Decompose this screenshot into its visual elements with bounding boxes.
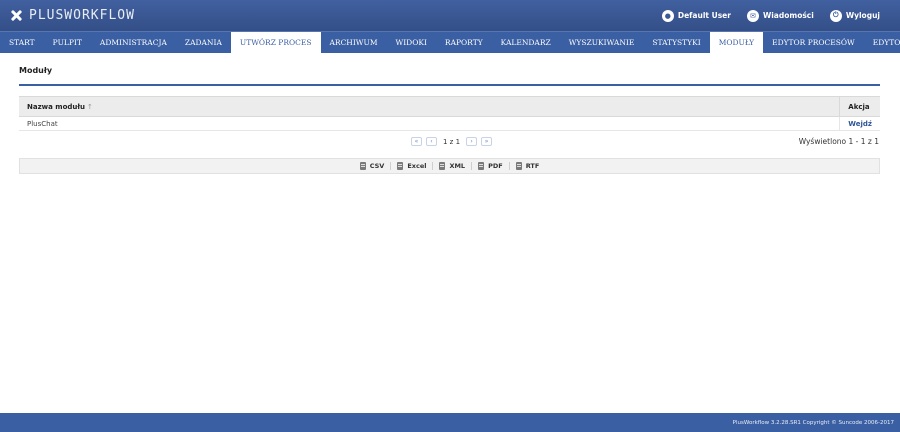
- nav-zadania[interactable]: ZADANIA: [176, 32, 231, 53]
- power-icon: ⏻: [829, 9, 842, 22]
- nav-statystyki[interactable]: STATYSTYKI: [643, 32, 709, 53]
- export-rtf-button[interactable]: RTF: [508, 162, 546, 170]
- last-page-button[interactable]: »: [481, 137, 493, 146]
- modules-table: Nazwa modułu ↑ Akcja PlusChat Wejdź: [19, 96, 880, 131]
- app-logo[interactable]: PLUSWORKFLOW: [10, 8, 135, 23]
- module-action-cell: Wejdź: [839, 116, 880, 131]
- nav-edytor-procesow[interactable]: EDYTOR PROCESÓW: [763, 32, 864, 53]
- top-actions: ● Default User ✉ Wiadomości ⏻ Wyloguj: [646, 9, 880, 22]
- footer-copyright: PlusWorkflow 3.2.28.SR1 Copyright © Sunc…: [732, 419, 894, 426]
- column-header-name[interactable]: Nazwa modułu ↑: [19, 96, 840, 117]
- nav-pulpit[interactable]: PULPIT: [44, 32, 91, 53]
- export-excel-label: Excel: [407, 162, 427, 170]
- top-bar: PLUSWORKFLOW ● Default User ✉ Wiadomości…: [0, 0, 900, 31]
- nav-utworz-proces[interactable]: UTWÓRZ PROCES: [230, 32, 321, 53]
- export-rtf-label: RTF: [525, 162, 540, 170]
- page-info: 1 z 1: [443, 137, 461, 146]
- column-name-label: Nazwa modułu: [27, 102, 85, 111]
- logo-icon: [10, 9, 23, 22]
- nav-kalendarz[interactable]: KALENDARZ: [492, 32, 560, 53]
- prev-page-button[interactable]: ‹: [426, 137, 437, 146]
- export-csv-button[interactable]: CSV: [354, 162, 391, 170]
- document-icon: [515, 162, 522, 170]
- export-pdf-button[interactable]: PDF: [471, 162, 509, 170]
- nav-archiwum[interactable]: ARCHIWUM: [321, 32, 387, 53]
- logout-link[interactable]: ⏻ Wyloguj: [829, 9, 880, 22]
- enter-module-link[interactable]: Wejdź: [848, 120, 872, 128]
- mail-icon: ✉: [746, 9, 759, 22]
- table-header-row: Nazwa modułu ↑ Akcja: [19, 96, 880, 117]
- footer: PlusWorkflow 3.2.28.SR1 Copyright © Sunc…: [0, 413, 900, 432]
- nav-raporty[interactable]: RAPORTY: [436, 32, 492, 53]
- next-page-button[interactable]: ›: [466, 137, 478, 146]
- pagination: « ‹ 1 z 1 › »: [409, 137, 494, 146]
- export-bar: CSV Excel XML PDF RTF: [19, 158, 880, 174]
- export-xml-label: XML: [449, 162, 466, 170]
- table-row: PlusChat Wejdź: [19, 116, 880, 131]
- module-name-cell: PlusChat: [19, 116, 840, 131]
- nav-start[interactable]: START: [0, 32, 44, 53]
- user-icon: ●: [661, 9, 674, 22]
- sort-arrow-icon: ↑: [86, 102, 93, 111]
- logout-label: Wyloguj: [845, 11, 880, 20]
- document-icon: [397, 162, 404, 170]
- nav-widoki[interactable]: WIDOKI: [387, 32, 436, 53]
- nav-administracja[interactable]: ADMINISTRACJA: [91, 32, 176, 53]
- nav-wyszukiwanie[interactable]: WYSZUKIWANIE: [560, 32, 644, 53]
- export-excel-button[interactable]: Excel: [390, 162, 432, 170]
- document-icon: [359, 162, 366, 170]
- logo-text: PLUSWORKFLOW: [29, 8, 135, 23]
- nav-edytor-danych[interactable]: EDYTOR DANYCH: [864, 32, 900, 53]
- document-icon: [478, 162, 485, 170]
- export-xml-button[interactable]: XML: [432, 162, 471, 170]
- page-title: Moduły: [19, 66, 53, 75]
- export-csv-label: CSV: [369, 162, 385, 170]
- messages-label: Wiadomości: [762, 11, 814, 20]
- document-icon: [439, 162, 446, 170]
- messages-link[interactable]: ✉ Wiadomości: [746, 9, 814, 22]
- title-divider: [19, 84, 880, 86]
- user-menu[interactable]: ● Default User: [661, 9, 731, 22]
- first-page-button[interactable]: «: [411, 137, 422, 146]
- export-pdf-label: PDF: [488, 162, 503, 170]
- user-name: Default User: [677, 11, 731, 20]
- nav-moduly[interactable]: MODUŁY: [709, 32, 764, 53]
- column-header-action: Akcja: [839, 96, 880, 117]
- records-shown: Wyświetlono 1 - 1 z 1: [798, 137, 879, 146]
- main-nav: START PULPIT ADMINISTRACJA ZADANIA UTWÓR…: [0, 31, 900, 53]
